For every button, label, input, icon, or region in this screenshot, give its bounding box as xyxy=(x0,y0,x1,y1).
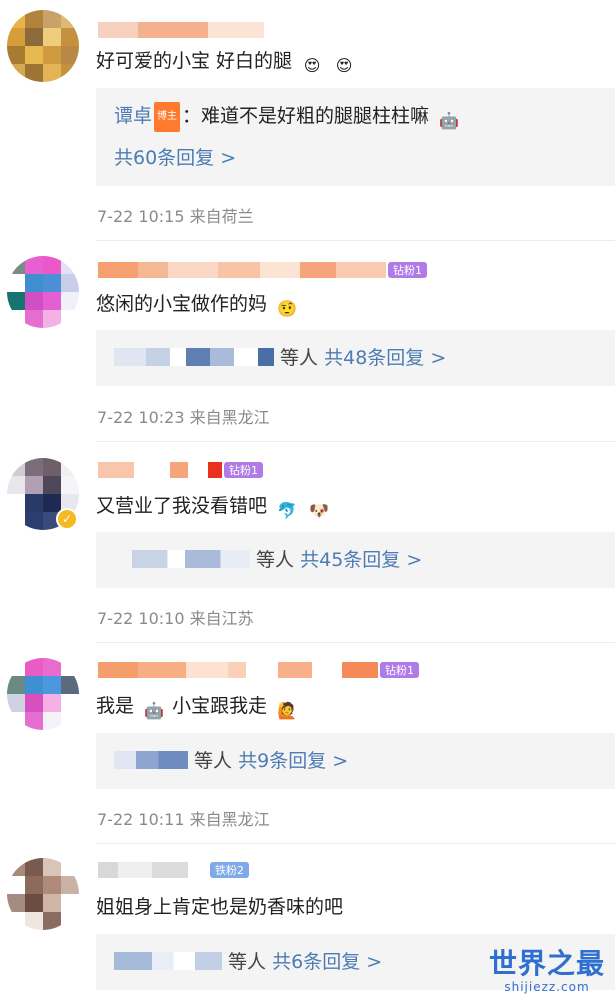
others-text: 等人 xyxy=(228,951,267,973)
reply-summary: 等人 共48条回复 > xyxy=(114,344,446,372)
site-watermark: 世界之最 shijiezz.com xyxy=(488,947,605,995)
avatar[interactable] xyxy=(7,10,79,82)
reply-summary: 等人 共9条回复 > xyxy=(114,747,348,775)
raised-eyebrow-emoji-icon: 🤨 xyxy=(277,299,298,318)
avatar[interactable] xyxy=(7,256,79,328)
avatar[interactable] xyxy=(7,658,79,730)
reply-preview-box[interactable]: 谭卓 博主 ：难道不是好粗的腿腿柱柱嘛 🤖 共60条回复 > xyxy=(96,88,615,186)
comment-text: 悠闲的小宝做作的妈 🤨 xyxy=(96,290,299,321)
divider xyxy=(96,843,615,844)
robot-emoji-icon: 🤖 xyxy=(439,111,460,130)
reply-summary: 等人 共6条回复 > xyxy=(114,948,382,976)
divider xyxy=(96,642,615,643)
username-blurred[interactable]: 铁粉2 xyxy=(98,860,249,880)
avatar[interactable] xyxy=(7,858,79,930)
replier-avatars-blurred xyxy=(114,952,222,970)
reply-author[interactable]: 谭卓 xyxy=(114,105,152,127)
username-blurred[interactable]: 钻粉1 xyxy=(98,260,427,280)
comment-meta: 7-22 10:11 来自黑龙江 xyxy=(97,810,270,829)
username-blurred[interactable]: 钻粉1 xyxy=(98,460,263,480)
dolphin-emoji-icon: 🐬 xyxy=(277,501,298,520)
others-text: 等人 xyxy=(280,347,319,369)
comment-meta: 7-22 10:10 来自江苏 xyxy=(97,609,254,628)
comment-text: 姐姐身上肯定也是奶香味的吧 xyxy=(96,896,344,918)
watermark-title: 世界之最 xyxy=(488,947,605,980)
verified-badge-icon: ✓ xyxy=(56,508,78,530)
divider xyxy=(96,441,615,442)
comment-meta: 7-22 10:15 来自荷兰 xyxy=(97,207,254,226)
robot-emoji-icon: 🤖 xyxy=(144,701,165,720)
doge-emoji-icon: 🐶 xyxy=(309,501,330,520)
reply-summary-box[interactable]: 等人 共48条回复 > xyxy=(96,330,615,386)
fan-badge[interactable]: 钻粉1 xyxy=(224,462,263,478)
watermark-url: shijiezz.com xyxy=(504,980,590,994)
reply-text: ：难道不是好粗的腿腿柱柱嘛 xyxy=(182,105,430,127)
others-text: 等人 xyxy=(256,549,295,571)
reply-summary: 等人 共45条回复 > xyxy=(114,546,422,574)
reply-summary-box[interactable]: 等人 共45条回复 > xyxy=(96,532,615,588)
fan-badge[interactable]: 钻粉1 xyxy=(380,662,419,678)
comment-text: 好可爱的小宝 好白的腿 😍 😍 xyxy=(96,47,356,78)
view-replies-link[interactable]: 共45条回复 > xyxy=(300,549,422,571)
raising-hand-emoji-icon: 🙋 xyxy=(277,701,298,720)
blogger-tag: 博主 xyxy=(154,102,181,132)
divider xyxy=(96,240,615,241)
view-replies-link[interactable]: 共48条回复 > xyxy=(324,347,446,369)
fan-badge[interactable]: 铁粉2 xyxy=(210,862,249,878)
others-text: 等人 xyxy=(194,750,233,772)
heart-eyes-emoji-icon: 😍 xyxy=(303,56,321,75)
replier-avatars-blurred xyxy=(114,348,274,366)
view-replies-link[interactable]: 共6条回复 > xyxy=(272,951,382,973)
view-replies-link[interactable]: 共60条回复 > xyxy=(114,147,236,169)
fan-badge[interactable]: 钻粉1 xyxy=(388,262,427,278)
username-blurred[interactable]: 钻粉1 xyxy=(98,660,419,680)
comment-text: 我是 🤖 小宝跟我走 🙋 xyxy=(96,692,299,723)
view-replies-link[interactable]: 共9条回复 > xyxy=(238,750,348,772)
comment-meta: 7-22 10:23 来自黑龙江 xyxy=(97,408,270,427)
heart-eyes-emoji-icon: 😍 xyxy=(335,56,353,75)
replier-avatars-blurred xyxy=(114,751,188,769)
comment-text: 又营业了我没看错吧 🐬 🐶 xyxy=(96,492,331,523)
reply-summary-box[interactable]: 等人 共9条回复 > xyxy=(96,733,615,789)
reply-preview: 谭卓 博主 ：难道不是好粗的腿腿柱柱嘛 🤖 xyxy=(114,102,461,133)
username-blurred[interactable] xyxy=(98,20,264,40)
replier-avatars-blurred xyxy=(132,550,250,568)
